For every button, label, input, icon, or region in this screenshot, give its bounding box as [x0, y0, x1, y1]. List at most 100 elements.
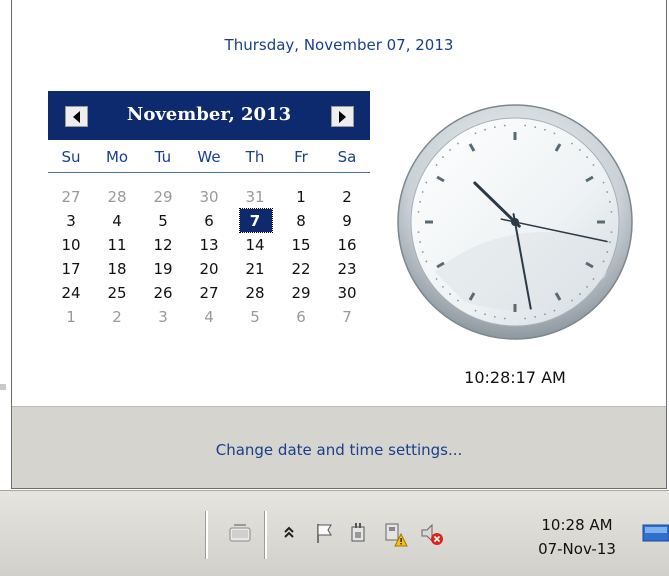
calendar-day[interactable]: 4 — [94, 209, 140, 233]
long-date-link[interactable]: Thursday, November 07, 2013 — [12, 36, 666, 54]
clock-minute-dot — [435, 278, 438, 280]
calendar-day[interactable]: 28 — [232, 281, 278, 305]
next-month-button[interactable] — [331, 106, 354, 127]
double-chevron-up-icon — [284, 526, 294, 538]
clock-center-pin — [511, 218, 519, 226]
clock-minute-dot — [493, 126, 496, 129]
clock-minute-dot — [474, 132, 477, 135]
calendar-day[interactable]: 14 — [232, 233, 278, 257]
change-date-time-settings-link[interactable]: Change date and time settings... — [12, 441, 666, 459]
plug-icon — [351, 523, 365, 542]
clock-minute-dot — [503, 317, 506, 320]
calendar-day[interactable]: 2 — [324, 185, 370, 209]
clock-minute-dot — [610, 210, 613, 213]
month-title[interactable]: November, 2013 — [48, 104, 370, 125]
calendar-day[interactable]: 1 — [278, 185, 324, 209]
calendar-day[interactable]: 23 — [324, 257, 370, 281]
volume-muted-icon[interactable] — [419, 521, 445, 551]
analog-clock — [395, 102, 635, 342]
clock-minute-dot — [449, 149, 451, 151]
clock-minute-dot — [571, 142, 573, 145]
weekday-label: Su — [61, 148, 81, 166]
calendar-day[interactable]: 4 — [186, 305, 232, 329]
speaker-muted-icon — [421, 523, 443, 545]
calendar-day[interactable]: 5 — [232, 305, 278, 329]
clock-minute-dot — [524, 317, 527, 320]
clock-minute-dot — [544, 128, 546, 131]
power-plug-icon[interactable] — [347, 521, 371, 549]
calendar-day[interactable]: 15 — [278, 233, 324, 257]
weekday-header-row: Su Mo Tu We Th Fr Sa — [48, 148, 370, 173]
calendar-day[interactable]: 13 — [186, 233, 232, 257]
calendar-day[interactable]: 18 — [94, 257, 140, 281]
show-hidden-icons-chevron[interactable] — [283, 524, 295, 544]
keyboard-icon[interactable] — [228, 521, 252, 549]
calendar-day[interactable]: 3 — [140, 305, 186, 329]
clock-minute-dot — [571, 299, 573, 302]
clock-minute-dot — [579, 149, 581, 151]
calendar-day[interactable]: 30 — [324, 281, 370, 305]
network-alert-icon — [385, 523, 408, 547]
calendar-day[interactable]: 9 — [324, 209, 370, 233]
clock-minute-dot — [579, 293, 581, 295]
clock-minute-dot — [553, 309, 556, 312]
calendar-day[interactable]: 1 — [48, 305, 94, 329]
weekday-label: Th — [245, 148, 265, 166]
calendar-day[interactable]: 29 — [140, 185, 186, 209]
clock-minute-dot — [484, 313, 486, 316]
calendar-day[interactable]: 11 — [94, 233, 140, 257]
weekday-label: Sa — [337, 148, 357, 166]
calendar-day[interactable]: 16 — [324, 233, 370, 257]
calendar-day[interactable]: 30 — [186, 185, 232, 209]
arrow-right-icon — [339, 110, 346, 123]
calendar-day[interactable]: 27 — [48, 185, 94, 209]
calendar-day[interactable]: 27 — [186, 281, 232, 305]
calendar-day[interactable]: 10 — [48, 233, 94, 257]
calendar-day[interactable]: 17 — [48, 257, 94, 281]
clock-minute-dot — [586, 156, 588, 158]
tray-clock[interactable]: 10:28 AM 07-Nov-13 — [522, 513, 632, 561]
clock-minute-dot — [449, 293, 451, 295]
tray-separator — [264, 511, 267, 559]
calendar-day-grid: 27 28 29 30 31 1 2 3 4 5 6 7 8 9 10 11 1… — [48, 185, 370, 329]
clock-minute-dot — [592, 278, 595, 280]
clock-minute-dot — [417, 231, 420, 234]
calendar-header: November, 2013 — [48, 91, 370, 140]
calendar-day[interactable]: 29 — [278, 281, 324, 305]
clock-minute-dot — [474, 309, 477, 312]
calendar-day[interactable]: 3 — [48, 209, 94, 233]
calendar-day[interactable]: 22 — [278, 257, 324, 281]
calendar-day[interactable]: 25 — [94, 281, 140, 305]
show-desktop-icon[interactable] — [642, 523, 669, 549]
clock-minute-dot — [484, 128, 486, 131]
calendar-day[interactable]: 28 — [94, 185, 140, 209]
action-center-flag-icon[interactable] — [313, 521, 337, 549]
calendar-day[interactable]: 24 — [48, 281, 94, 305]
clock-minute-dot — [534, 315, 537, 318]
clock-minute-dot — [553, 132, 556, 135]
clock-minute-dot — [419, 241, 422, 244]
clock-minute-dot — [610, 231, 613, 234]
network-warning-icon[interactable] — [382, 521, 408, 551]
calendar-day[interactable]: 19 — [140, 257, 186, 281]
calendar-day[interactable]: 20 — [186, 257, 232, 281]
calendar-day-selected[interactable]: 7 — [232, 208, 278, 233]
taskbar-separator — [205, 511, 208, 559]
calendar-day[interactable]: 26 — [140, 281, 186, 305]
calendar-day[interactable]: 6 — [278, 305, 324, 329]
calendar-day[interactable]: 21 — [232, 257, 278, 281]
calendar-day[interactable]: 12 — [140, 233, 186, 257]
calendar-day[interactable]: 2 — [94, 305, 140, 329]
clock-minute-dot — [421, 191, 424, 193]
calendar-day[interactable]: 31 — [232, 185, 278, 209]
clock-minute-dot — [442, 286, 444, 288]
clock-minute-dot — [602, 260, 605, 263]
calendar-day[interactable]: 5 — [140, 209, 186, 233]
clock-minute-dot — [606, 191, 609, 193]
tray-date-label: 07-Nov-13 — [538, 540, 616, 558]
clock-minute-dot — [544, 313, 546, 316]
calendar-day[interactable]: 8 — [278, 209, 324, 233]
clock-minute-dot — [425, 181, 428, 184]
calendar-day[interactable]: 6 — [186, 209, 232, 233]
calendar-day[interactable]: 7 — [324, 305, 370, 329]
